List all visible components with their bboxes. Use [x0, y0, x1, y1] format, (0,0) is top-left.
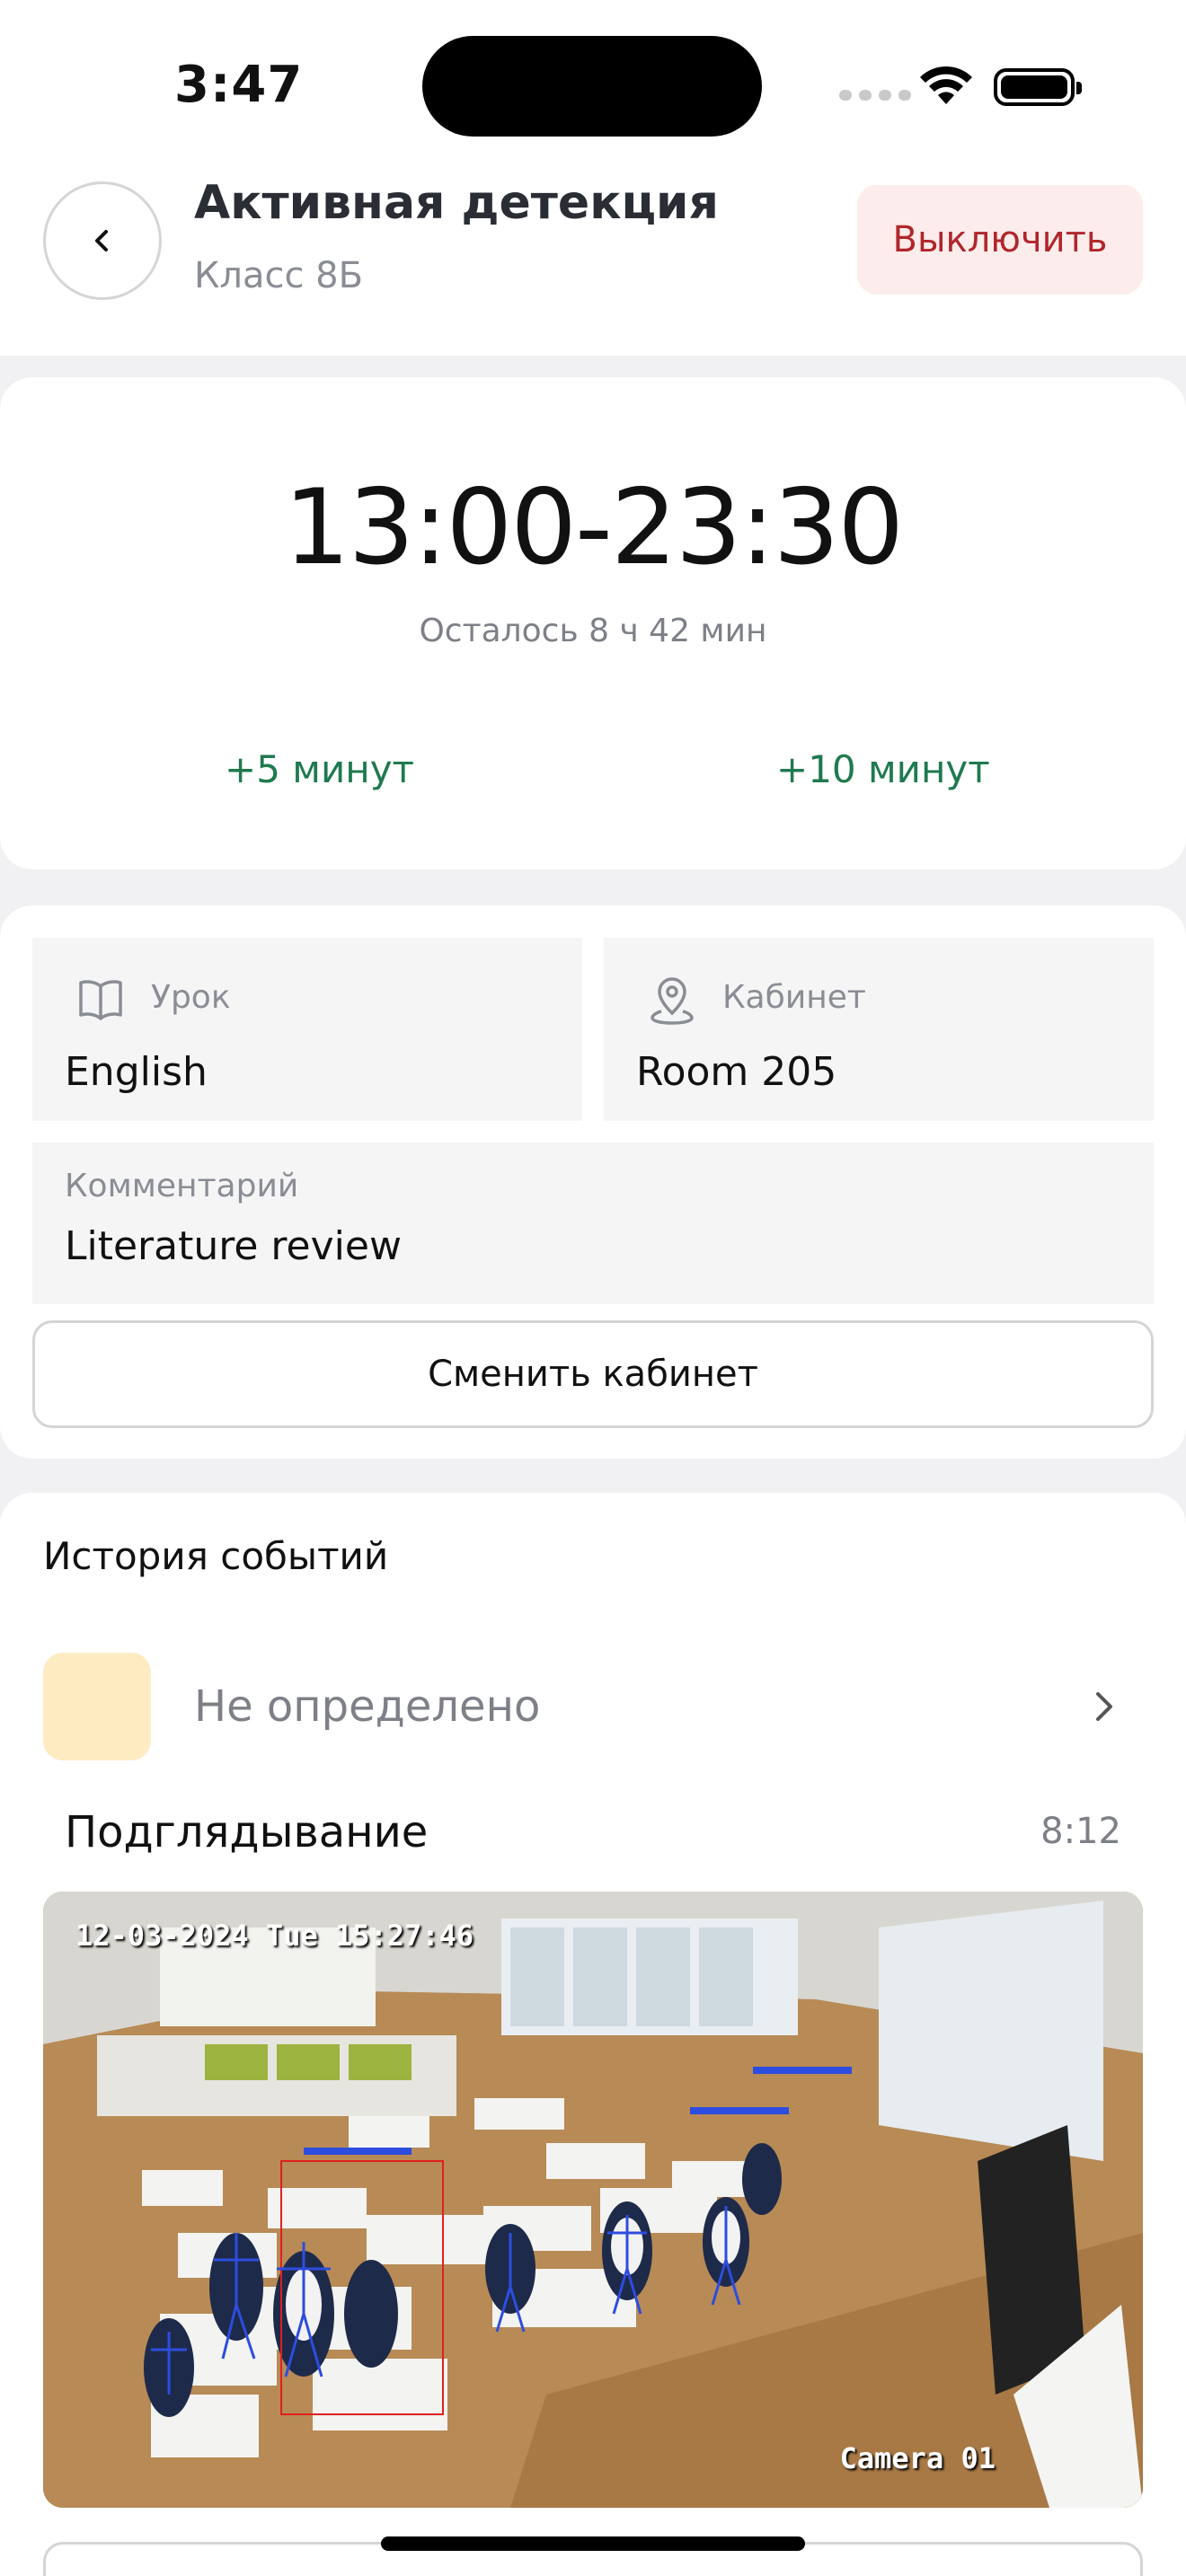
lesson-label: Урок — [151, 979, 231, 1016]
timer-card: 13:00-23:30 Осталось 8 ч 42 мин +5 минут… — [0, 377, 1186, 869]
room-tile: Кабинет Room 205 — [604, 938, 1154, 1121]
chevron-left-icon — [95, 230, 108, 251]
add-5-minutes-button[interactable]: +5 минут — [225, 747, 414, 791]
camera-label: Camera 01 — [839, 2441, 996, 2475]
time-range: 13:00-23:30 — [283, 467, 904, 588]
wifi-icon — [920, 66, 972, 104]
classroom-image — [43, 1892, 1143, 2508]
lesson-info-card: Урок English Кабинет Room 205 Комментари… — [0, 905, 1186, 1459]
comment-label: Комментарий — [65, 1168, 299, 1204]
comment-tile: Комментарий Literature review — [32, 1142, 1154, 1304]
history-title: История событий — [43, 1534, 389, 1578]
event-name: Подглядывание — [65, 1807, 429, 1857]
room-label: Кабинет — [722, 979, 866, 1016]
turn-off-button[interactable]: Выключить — [857, 185, 1143, 295]
back-button[interactable] — [43, 181, 162, 300]
dynamic-island — [422, 36, 762, 137]
event-time: 8:12 — [1040, 1811, 1121, 1852]
comment-value: Literature review — [65, 1223, 402, 1269]
chevron-right-icon — [1096, 1692, 1112, 1721]
event-status-row[interactable]: Не определено — [43, 1653, 1143, 1760]
status-swatch — [43, 1653, 151, 1760]
header: Активная детекция Класс 8Б Выключить — [0, 162, 1186, 356]
page-title: Активная детекция — [194, 176, 719, 230]
location-pin-icon — [651, 977, 694, 1025]
event-history-card: История событий Не определено Подглядыва… — [0, 1493, 1186, 2576]
status-bar: 3:47 — [0, 0, 1186, 162]
home-indicator — [381, 2536, 805, 2551]
camera-snapshot[interactable]: 12-03-2024 Tue 15:27:46 Camera 01 — [43, 1892, 1143, 2508]
event-status: Не определено — [194, 1681, 541, 1732]
cellular-signal-icon — [839, 90, 911, 101]
book-icon — [79, 980, 122, 1020]
add-10-minutes-button[interactable]: +10 минут — [776, 747, 990, 791]
change-room-button[interactable]: Сменить кабинет — [32, 1320, 1154, 1428]
time-remaining: Осталось 8 ч 42 мин — [419, 613, 767, 649]
battery-icon — [994, 68, 1082, 106]
lesson-value: English — [65, 1049, 208, 1095]
status-time: 3:47 — [174, 56, 304, 114]
page-subtitle: Класс 8Б — [194, 255, 364, 296]
room-value: Room 205 — [636, 1049, 837, 1095]
lesson-tile: Урок English — [32, 938, 582, 1121]
camera-timestamp: 12-03-2024 Tue 15:27:46 — [75, 1919, 474, 1953]
active-detection-screen: 3:47 Активная детекция Класс 8Б Выключит… — [0, 0, 1186, 2576]
